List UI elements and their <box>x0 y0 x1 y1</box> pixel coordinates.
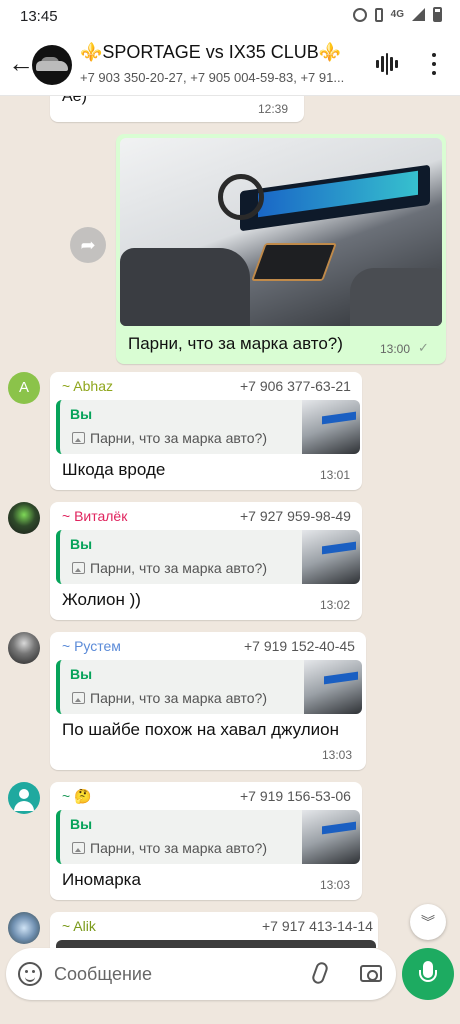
alarm-icon <box>352 7 367 22</box>
image-icon <box>72 842 85 854</box>
read-check-icon: ✓ <box>418 340 429 355</box>
reply-message[interactable]: ~ Abhaz +7 906 377-63-21 Вы Парни, что з… <box>50 372 362 490</box>
status-bar: 13:45 4G <box>0 0 460 32</box>
chat-area[interactable]: Ае) 12:39 ➦ Парни, что за марка авто?) 1… <box>0 96 460 948</box>
quote-thumbnail <box>302 400 360 454</box>
message-time: 13:02 <box>320 598 351 612</box>
chat-header: ← ⚜️SPORTAGE vs IX35 CLUB⚜️ +7 903 350-2… <box>0 32 460 96</box>
sender-phone[interactable]: +7 919 152-40-45 <box>244 638 355 654</box>
sender-name[interactable]: ~ Рустем <box>62 638 121 654</box>
sender-phone[interactable]: +7 917 413-14-14 <box>262 918 373 934</box>
sender-phone[interactable]: +7 919 156-53-06 <box>240 788 351 804</box>
message-text: Ае) <box>62 96 87 105</box>
quoted-message[interactable]: Вы Парни, что за марка авто?) <box>56 660 362 714</box>
emoji-icon[interactable] <box>18 962 42 986</box>
forward-icon[interactable]: ➦ <box>70 227 106 263</box>
quote-thumbnail <box>304 660 362 714</box>
message-text: По шайбе похож на хавал джулион <box>62 720 339 739</box>
chevron-double-down-icon[interactable]: ︾ <box>410 904 446 940</box>
quote-author: Вы <box>70 536 93 552</box>
avatar[interactable] <box>8 912 40 944</box>
quote-thumbnail <box>302 810 360 864</box>
logo-car-body <box>36 61 68 71</box>
message-time: 13:03 <box>322 748 353 762</box>
camera-icon[interactable] <box>360 965 382 982</box>
quoted-message[interactable]: Вы Парни, что за марка авто?) <box>56 400 360 454</box>
quote-author: Вы <box>70 816 93 832</box>
status-icons: 4G <box>352 7 442 22</box>
message-time: 12:39 <box>258 102 289 116</box>
battery-icon <box>433 7 442 22</box>
message-time: 13:01 <box>320 468 351 482</box>
car-interior-photo[interactable] <box>120 138 442 326</box>
quoted-message[interactable]: Вы Парни, что за марка авто?) <box>56 810 360 864</box>
reply-message[interactable]: ~ Рустем +7 919 152-40-45 Вы Парни, что … <box>50 632 366 770</box>
sender-name[interactable]: ~ 🤔 <box>62 788 92 805</box>
attach-icon[interactable] <box>310 960 330 986</box>
sender-phone[interactable]: +7 906 377-63-21 <box>240 378 351 394</box>
network-label: 4G <box>390 9 404 20</box>
group-members[interactable]: +7 903 350-20-27, +7 905 004-59-83, +7 9… <box>80 70 358 85</box>
mic-icon[interactable] <box>402 948 454 1000</box>
message-bubble[interactable]: Ае) 12:39 <box>50 96 304 122</box>
sender-name[interactable]: ~ Виталёк <box>62 508 127 524</box>
message-composer <box>6 948 396 1000</box>
avatar[interactable] <box>8 782 40 814</box>
message-text: Жолион )) <box>62 590 141 609</box>
quote-thumbnail <box>302 530 360 584</box>
quote-text: Парни, что за марка авто?) <box>90 690 267 706</box>
quote-text: Парни, что за марка авто?) <box>90 560 267 576</box>
sender-phone[interactable]: +7 927 959-98-49 <box>240 508 351 524</box>
quote-text: Парни, что за марка авто?) <box>90 840 267 856</box>
quoted-message[interactable] <box>56 940 376 948</box>
message-text: Шкода вроде <box>62 460 166 479</box>
group-title[interactable]: ⚜️SPORTAGE vs IX35 CLUB⚜️ <box>80 42 360 63</box>
more-vert-icon[interactable] <box>428 50 440 78</box>
back-arrow-icon[interactable]: ← <box>8 50 34 78</box>
avatar[interactable] <box>8 502 40 534</box>
photo-caption: Парни, что за марка авто?) <box>128 334 343 353</box>
photo-message[interactable]: Парни, что за марка авто?) 13:00 ✓ <box>116 134 446 364</box>
message-time: 13:00 <box>380 342 411 356</box>
message-text: Иномарка <box>62 870 141 889</box>
signal-icon <box>412 8 425 21</box>
image-icon <box>72 432 85 444</box>
avatar[interactable]: A <box>8 372 40 404</box>
status-time: 13:45 <box>20 8 58 25</box>
message-time: 13:03 <box>320 878 351 892</box>
quoted-message[interactable]: Вы Парни, что за марка авто?) <box>56 530 360 584</box>
sender-name[interactable]: ~ Abhaz <box>62 378 113 394</box>
vibrate-icon <box>374 7 383 22</box>
image-icon <box>72 692 85 704</box>
avatar[interactable] <box>8 632 40 664</box>
quote-author: Вы <box>70 666 93 682</box>
quote-author: Вы <box>70 406 93 422</box>
reply-message[interactable]: ~ Alik +7 917 413-14-14 <box>50 912 378 948</box>
reply-message[interactable]: ~ Виталёк +7 927 959-98-49 Вы Парни, что… <box>50 502 362 620</box>
group-avatar[interactable] <box>32 45 72 85</box>
voice-wave-icon[interactable] <box>376 52 398 76</box>
reply-message[interactable]: ~ 🤔 +7 919 156-53-06 Вы Парни, что за ма… <box>50 782 362 900</box>
quote-text: Парни, что за марка авто?) <box>90 430 267 446</box>
message-input[interactable] <box>54 962 294 986</box>
sender-name[interactable]: ~ Alik <box>62 918 96 934</box>
image-icon <box>72 562 85 574</box>
